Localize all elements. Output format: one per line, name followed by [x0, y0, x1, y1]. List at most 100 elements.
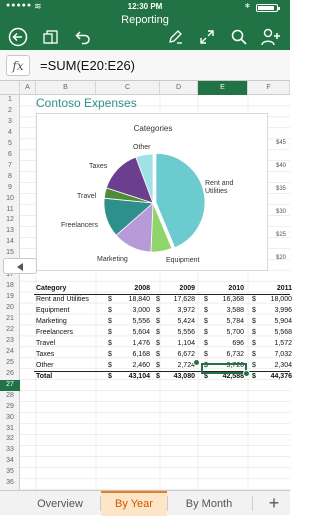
- row-header-32[interactable]: 32: [0, 434, 20, 445]
- value-cell[interactable]: 3,588: [204, 306, 244, 316]
- value-cell[interactable]: 5,904: [252, 317, 292, 327]
- row-header-36[interactable]: 36: [0, 478, 20, 489]
- value-cell[interactable]: 1,572: [252, 339, 292, 349]
- row-header-35[interactable]: 35: [0, 467, 20, 478]
- total-value-cell[interactable]: 43,080: [156, 372, 195, 382]
- total-value-cell[interactable]: 44,376: [252, 372, 292, 382]
- value-cell[interactable]: 7,032: [252, 350, 292, 360]
- row-header-25[interactable]: 25: [0, 358, 20, 369]
- category-cell[interactable]: Rent and Utilities: [36, 295, 106, 305]
- pie-chart[interactable]: Categories Other Taxes Travel Freelancer…: [36, 113, 268, 271]
- share-button[interactable]: [40, 27, 62, 47]
- tab-overview[interactable]: Overview: [20, 491, 100, 516]
- selected-cell-E27[interactable]: [201, 363, 247, 374]
- value-cell[interactable]: 2,460: [108, 361, 150, 371]
- row-header-31[interactable]: 31: [0, 424, 20, 435]
- column-header-c[interactable]: C: [96, 81, 160, 95]
- row-header-33[interactable]: 33: [0, 445, 20, 456]
- fullscreen-button[interactable]: [196, 27, 218, 47]
- row-header-26[interactable]: 26: [0, 369, 20, 380]
- value-cell[interactable]: 5,604: [108, 328, 150, 338]
- value-cell[interactable]: 6,732: [204, 350, 244, 360]
- row-header-13[interactable]: 13: [0, 226, 20, 237]
- value-cell[interactable]: 5,424: [156, 317, 195, 327]
- column-header-a[interactable]: A: [20, 81, 36, 95]
- row-header-30[interactable]: 30: [0, 413, 20, 424]
- category-cell[interactable]: Taxes: [36, 350, 106, 360]
- category-cell[interactable]: Other: [36, 361, 106, 371]
- row-header-18[interactable]: 18: [0, 281, 20, 292]
- search-button[interactable]: [228, 27, 250, 47]
- formula-input[interactable]: =SUM(E20:E26): [40, 58, 135, 73]
- header-year[interactable]: 2011: [252, 284, 292, 294]
- value-cell[interactable]: 3,996: [252, 306, 292, 316]
- edit-button[interactable]: [164, 27, 186, 47]
- row-header-22[interactable]: 22: [0, 325, 20, 336]
- row-header-34[interactable]: 34: [0, 456, 20, 467]
- value-cell[interactable]: 2,304: [252, 361, 292, 371]
- header-year[interactable]: 2008: [108, 284, 150, 294]
- row-header-1[interactable]: 1: [0, 95, 20, 106]
- value-cell[interactable]: 6,672: [156, 350, 195, 360]
- function-button[interactable]: fx: [6, 55, 30, 76]
- row-header-6[interactable]: 6: [0, 150, 20, 161]
- row-header-19[interactable]: 19: [0, 292, 20, 303]
- row-header-3[interactable]: 3: [0, 117, 20, 128]
- value-cell[interactable]: 696: [204, 339, 244, 349]
- row-header-4[interactable]: 4: [0, 128, 20, 139]
- row-header-28[interactable]: 28: [0, 391, 20, 402]
- row-header-10[interactable]: 10: [0, 194, 20, 205]
- row-header-5[interactable]: 5: [0, 139, 20, 150]
- column-header-d[interactable]: D: [160, 81, 198, 95]
- column-header-b[interactable]: B: [36, 81, 96, 95]
- row-header-8[interactable]: 8: [0, 172, 20, 183]
- sheet-scroll-handle[interactable]: [3, 258, 37, 274]
- value-cell[interactable]: 5,556: [108, 317, 150, 327]
- selection-handle-start[interactable]: [193, 359, 200, 366]
- row-header-9[interactable]: 9: [0, 183, 20, 194]
- category-cell[interactable]: Equipment: [36, 306, 106, 316]
- header-year[interactable]: 2010: [204, 284, 244, 294]
- value-cell[interactable]: 16,368: [204, 295, 244, 305]
- value-cell[interactable]: 5,700: [204, 328, 244, 338]
- add-sheet-button[interactable]: +: [258, 491, 290, 516]
- value-cell[interactable]: 5,556: [156, 328, 195, 338]
- row-header-24[interactable]: 24: [0, 347, 20, 358]
- sheet-title[interactable]: Contoso Expenses: [36, 96, 137, 110]
- value-cell[interactable]: 5,784: [204, 317, 244, 327]
- row-header-14[interactable]: 14: [0, 237, 20, 248]
- select-all-corner[interactable]: [0, 81, 20, 95]
- category-cell[interactable]: Freelancers: [36, 328, 106, 338]
- value-cell[interactable]: 2,724: [156, 361, 195, 371]
- value-cell[interactable]: 18,000: [252, 295, 292, 305]
- row-header-23[interactable]: 23: [0, 336, 20, 347]
- row-header-29[interactable]: 29: [0, 402, 20, 413]
- total-label[interactable]: Total: [36, 372, 96, 382]
- back-button[interactable]: [7, 27, 29, 47]
- value-cell[interactable]: 1,104: [156, 339, 195, 349]
- add-person-button[interactable]: [260, 27, 282, 47]
- value-cell[interactable]: 3,000: [108, 306, 150, 316]
- value-cell[interactable]: 17,628: [156, 295, 195, 305]
- tab-by-month[interactable]: By Month: [168, 491, 250, 516]
- tab-by-year[interactable]: By Year: [101, 491, 167, 516]
- value-cell[interactable]: 18,840: [108, 295, 150, 305]
- total-value-cell[interactable]: 43,104: [108, 372, 150, 382]
- header-category[interactable]: Category: [36, 284, 96, 294]
- value-cell[interactable]: 5,568: [252, 328, 292, 338]
- row-header-27[interactable]: 27: [0, 379, 20, 391]
- column-header-e[interactable]: E: [198, 81, 248, 95]
- row-header-7[interactable]: 7: [0, 161, 20, 172]
- row-header-21[interactable]: 21: [0, 314, 20, 325]
- row-header-20[interactable]: 20: [0, 303, 20, 314]
- column-header-f[interactable]: F: [248, 81, 290, 95]
- category-cell[interactable]: Marketing: [36, 317, 106, 327]
- value-cell[interactable]: 3,972: [156, 306, 195, 316]
- row-header-12[interactable]: 12: [0, 215, 20, 226]
- row-header-11[interactable]: 11: [0, 205, 20, 216]
- row-header-2[interactable]: 2: [0, 106, 20, 117]
- selection-handle-end[interactable]: [243, 370, 250, 377]
- value-cell[interactable]: 6,168: [108, 350, 150, 360]
- value-cell[interactable]: 1,476: [108, 339, 150, 349]
- undo-button[interactable]: [72, 27, 94, 47]
